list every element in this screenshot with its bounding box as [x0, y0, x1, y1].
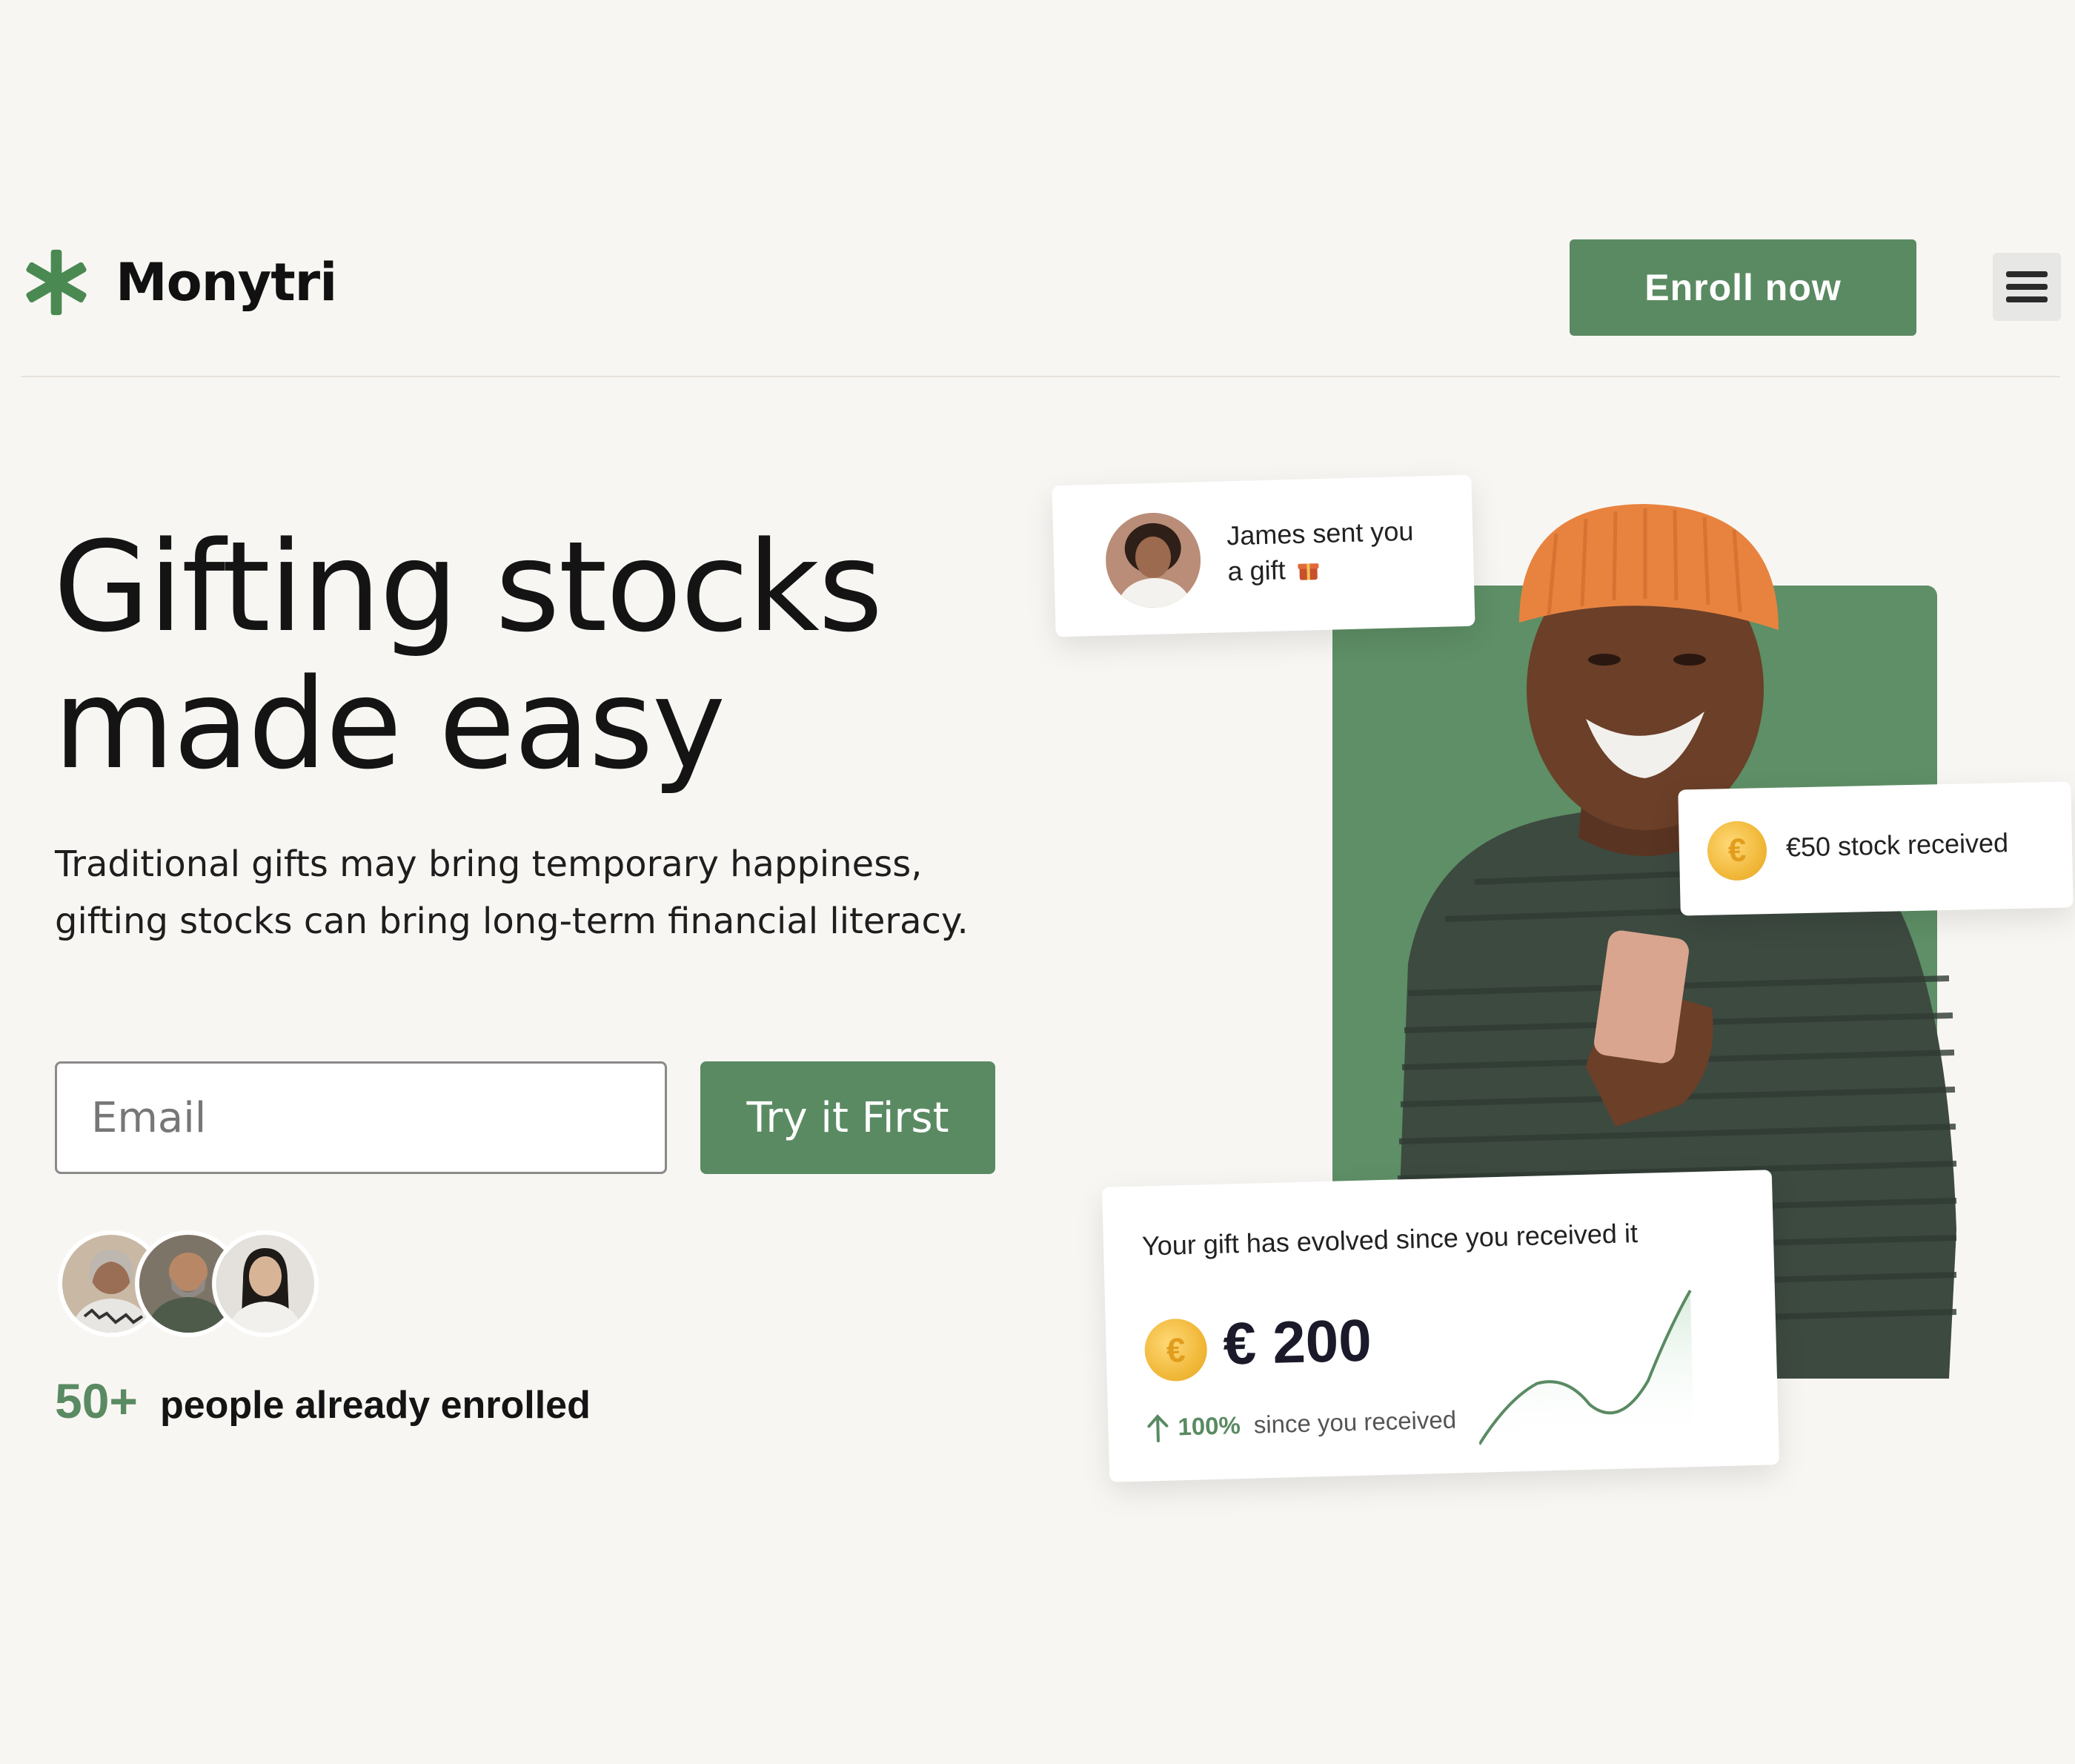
enrolled-text: people already enrolled [159, 1384, 591, 1427]
gift-icon [1298, 563, 1319, 580]
euro-coin-icon: € [1143, 1318, 1208, 1382]
avatar [212, 1230, 319, 1337]
hero-headline: Gifting stocks made easy [53, 519, 1017, 793]
arrow-up-icon [1147, 1414, 1169, 1443]
euro-coin-icon: € [1707, 820, 1767, 881]
header-divider [21, 376, 2060, 377]
change-label: since you received [1253, 1405, 1457, 1439]
try-it-first-button[interactable]: Try it First [700, 1061, 995, 1174]
enrolled-count: 50+ [55, 1373, 138, 1428]
gift-notification-card: James sent you a gift [1052, 474, 1475, 637]
gift-growth-card: Your gift has evolved since you received… [1101, 1170, 1780, 1482]
enrolled-avatars [58, 1230, 339, 1342]
headline-line-2: made easy [53, 651, 726, 797]
gift-message: James sent you a gift [1226, 512, 1458, 589]
enrolled-count-row: 50+ people already enrolled [55, 1373, 591, 1429]
gift-change: 100% since you received [1145, 1405, 1457, 1443]
hero-subtext: Traditional gifts may bring temporary ha… [55, 843, 969, 942]
hamburger-menu-icon[interactable] [1993, 253, 2061, 321]
gift-growth-title: Your gift has evolved since you received… [1141, 1218, 1639, 1261]
asterisk-logo-icon [26, 249, 87, 316]
brand-name: Monytri [116, 252, 337, 313]
gift-message-line-2: a gift [1226, 554, 1286, 587]
growth-sparkline [1478, 1290, 1695, 1452]
headline-line-1: Gifting stocks [53, 514, 883, 660]
brand-logo[interactable]: Monytri [22, 248, 337, 316]
stock-received-card: € €50 stock received [1678, 781, 2074, 916]
email-input[interactable] [55, 1061, 667, 1174]
change-percent: 100% [1177, 1411, 1241, 1441]
enroll-now-button[interactable]: Enroll now [1570, 239, 1916, 336]
stock-received-text: €50 stock received [1785, 827, 2009, 863]
gift-value: € 200 [1222, 1307, 1372, 1377]
avatar [1104, 511, 1202, 609]
gift-message-line-1: James sent you [1226, 515, 1414, 551]
